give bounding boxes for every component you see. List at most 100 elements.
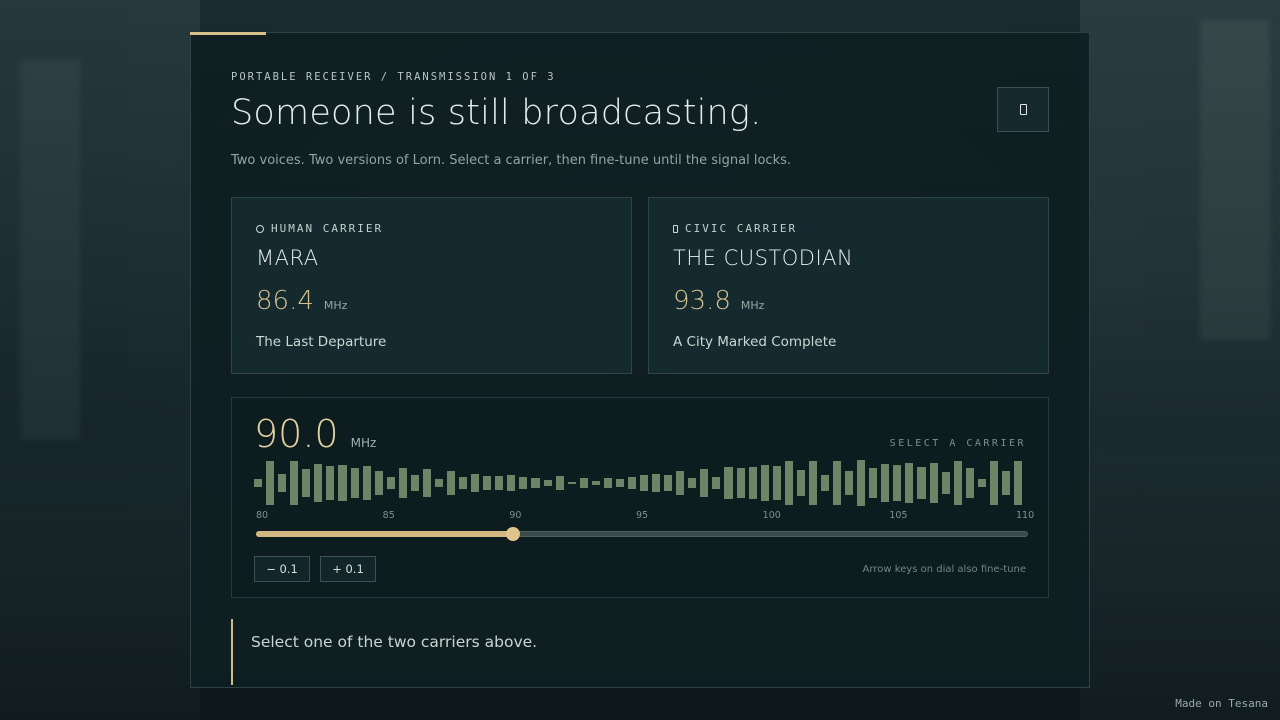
rectangle-icon — [1019, 104, 1027, 115]
spectrum-bar — [796, 470, 805, 496]
tuner-frequency-value: 90.0 — [254, 412, 339, 456]
frequency-dial-slider[interactable] — [256, 527, 1028, 541]
corner-toggle-button[interactable] — [997, 87, 1049, 132]
carrier-tag-label: HUMAN CARRIER — [271, 222, 384, 235]
spectrum-bar — [531, 477, 540, 489]
dial-tick-label: 80 — [256, 510, 269, 521]
spectrum-bar — [833, 461, 842, 505]
dial-tick-label: 85 — [382, 510, 395, 521]
watermark: Made on Tesana — [1175, 697, 1268, 710]
carrier-frequency-unit: MHz — [323, 299, 348, 312]
carrier-frequency-value: 93.8 — [673, 286, 731, 316]
spectrum-bar — [712, 477, 721, 489]
decrease-frequency-button[interactable]: − 0.1 — [254, 556, 310, 582]
spectrum-bar — [422, 469, 431, 497]
spectrum-bar — [338, 465, 347, 501]
spectrum-bar — [615, 478, 624, 488]
dial-tick-label: 100 — [762, 510, 781, 521]
spectrum-bar — [965, 468, 974, 498]
dial-tick-label: 110 — [1016, 510, 1035, 521]
spectrum-bar — [977, 479, 986, 487]
spectrum-bar — [748, 466, 757, 500]
carrier-frequency: 93.8 MHz — [673, 286, 764, 316]
carrier-name: THE CUSTODIAN — [673, 246, 854, 270]
spectrum-bar — [724, 466, 733, 500]
spectrum-bar — [905, 462, 914, 503]
spectrum-bar — [820, 475, 829, 491]
carrier-frequency: 86.4 MHz — [256, 286, 347, 316]
spectrum-bar — [495, 476, 504, 490]
rectangle-icon — [673, 224, 678, 233]
spectrum-bar — [989, 460, 998, 506]
carrier-tag: CIVIC CARRIER — [673, 222, 797, 235]
spectrum-bar — [941, 471, 950, 495]
carrier-frequency-value: 86.4 — [256, 286, 314, 316]
spectrum-bar — [929, 463, 938, 503]
spectrum-bar — [760, 464, 769, 502]
carrier-song-title: The Last Departure — [256, 334, 387, 350]
dial-tick-label: 105 — [889, 510, 908, 521]
spectrum-bar — [591, 480, 600, 486]
increase-frequency-button[interactable]: + 0.1 — [320, 556, 376, 582]
spectrum-bar — [254, 479, 263, 487]
tuner-frequency-unit: MHz — [350, 436, 377, 450]
spectrum-bar — [434, 479, 443, 487]
carrier-tag: HUMAN CARRIER — [256, 222, 383, 235]
spectrum-bar — [459, 477, 468, 489]
spectrum-bar — [603, 477, 612, 489]
spectrum-bar — [893, 464, 902, 502]
spectrum-bar — [579, 477, 588, 489]
spectrum-bar — [808, 461, 817, 505]
spectrum-bar — [772, 465, 781, 501]
status-message: Select one of the two carriers above. — [231, 619, 1049, 685]
spectrum-bar — [447, 470, 456, 496]
spectrum-bar — [302, 468, 311, 498]
slider-thumb[interactable] — [505, 527, 520, 541]
spectrum-bar — [350, 467, 359, 499]
spectrum-bar — [676, 471, 685, 495]
carrier-name: MARA — [256, 246, 319, 270]
fine-tune-hint: Arrow keys on dial also fine-tune — [862, 564, 1026, 575]
spectrum-bar — [483, 475, 492, 491]
spectrum-bar — [362, 466, 371, 500]
spectrum-bar — [471, 474, 480, 492]
spectrum-bar — [784, 461, 793, 505]
breadcrumb: PORTABLE RECEIVER / TRANSMISSION 1 OF 3 — [231, 71, 556, 83]
spectrum-bar — [881, 464, 890, 502]
carrier-card-civic[interactable]: CIVIC CARRIER THE CUSTODIAN 93.8 MHz A C… — [648, 197, 1049, 374]
carrier-tag-label: CIVIC CARRIER — [685, 222, 798, 235]
carrier-song-title: A City Marked Complete — [673, 334, 837, 350]
spectrum-bar — [410, 475, 419, 491]
spectrum-bar — [266, 461, 275, 505]
spectrum-bar — [555, 476, 564, 490]
spectrum-bar — [314, 463, 323, 503]
tuner-panel: 90.0 MHz SELECT A CARRIER 80 85 90 95 100 105… — [231, 397, 1049, 598]
spectrum-bar — [290, 461, 299, 505]
tuner-frequency: 90.0 MHz — [254, 412, 376, 456]
spectrum-bar — [627, 477, 636, 489]
carrier-frequency-unit: MHz — [740, 299, 765, 312]
spectrum-bar — [652, 474, 661, 492]
spectrum-bar — [664, 475, 673, 491]
receiver-panel: PORTABLE RECEIVER / TRANSMISSION 1 OF 3 … — [190, 32, 1090, 688]
page-title: Someone is still broadcasting. — [231, 93, 762, 133]
spectrum-bar — [1013, 461, 1022, 505]
circle-icon — [256, 224, 264, 233]
signal-spectrum — [254, 460, 1026, 506]
dial-tick-label: 95 — [636, 510, 649, 521]
spectrum-bar — [736, 467, 745, 499]
panel-accent-line — [190, 32, 266, 35]
dial-tick-label: 90 — [509, 510, 522, 521]
tuner-status: SELECT A CARRIER — [889, 438, 1026, 449]
spectrum-bar — [567, 481, 576, 485]
spectrum-bar — [519, 477, 528, 489]
spectrum-bar — [845, 470, 854, 496]
spectrum-bar — [326, 466, 335, 500]
carrier-card-human[interactable]: HUMAN CARRIER MARA 86.4 MHz The Last Dep… — [231, 197, 632, 374]
spectrum-bar — [640, 475, 649, 491]
spectrum-bar — [398, 468, 407, 498]
spectrum-bar — [543, 480, 552, 486]
spectrum-bar — [857, 460, 866, 506]
slider-fill — [256, 531, 513, 537]
spectrum-bar — [1001, 471, 1010, 495]
